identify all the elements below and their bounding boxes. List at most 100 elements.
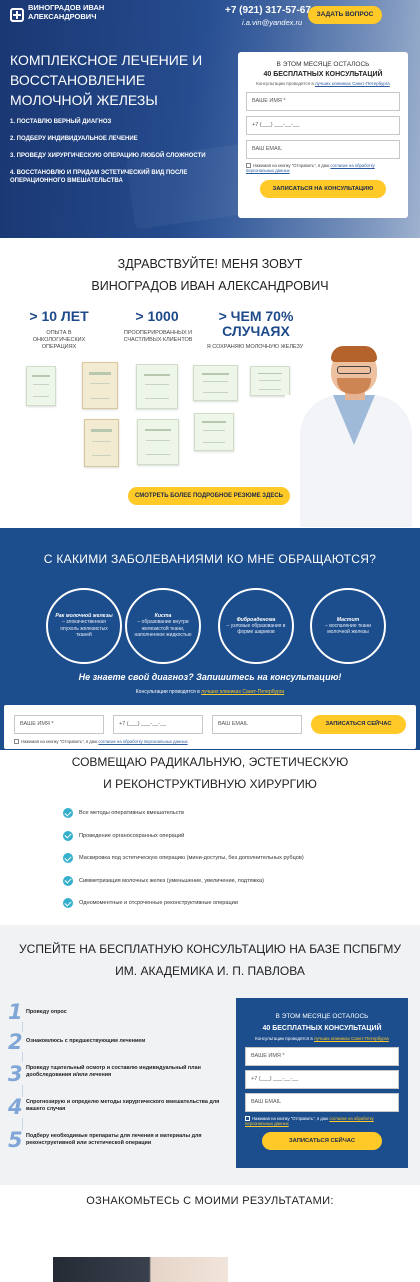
certificate-image[interactable] (250, 366, 290, 396)
step-text: Ознакомлюсь с предшествующим лечением (26, 1038, 146, 1044)
check-icon (63, 830, 73, 841)
surgery-list-item: Симметризация молочных желез (уменьшение… (63, 875, 393, 899)
step-text: Подберу необходимые препараты для лечени… (26, 1133, 202, 1146)
intro-heading-line: ЗДРАВСТВУЙТЕ! МЕНЯ ЗОВУТ (117, 257, 303, 271)
surgery-list-item: Маскировка под эстетическую операцию (ми… (63, 853, 393, 876)
clinics-link[interactable]: лучших клиниках Санкт-Петербурга (314, 1036, 389, 1041)
certificate-image[interactable] (193, 365, 238, 401)
disease-description: – злокачественная опухоль железистых тка… (60, 619, 108, 639)
hero-benefit-item: 2. ПОДБЕРУ ИНДИВИДУАЛЬНОЕ ЛЕЧЕНИЕ (10, 136, 138, 142)
disease-description: – узловые образования в форме шариков (226, 622, 286, 636)
check-icon (63, 898, 73, 908)
phone-input[interactable]: +7 (___) ___-__-__ (246, 116, 400, 135)
form-top-text: В ЭТОМ МЕСЯЦЕ ОСТАЛОСЬ (275, 1013, 369, 1020)
disease-circle-mastitis: Мастит – воспаление ткани молочной желез… (310, 588, 386, 664)
step-number: 5 (8, 1128, 23, 1152)
results-photo[interactable] (53, 1257, 228, 1282)
hero-benefit-item: 3. ПРОВЕДУ ХИРУРГИЧЕСКУЮ ОПЕРАЦИЮ ЛЮБОЙ … (10, 153, 206, 159)
consent-checkbox[interactable]: Нажимая на кнопку "Отправить", я даю сог… (245, 1116, 399, 1126)
consent-text: Нажимая на кнопку "Отправить", я даю (21, 739, 98, 744)
email-link[interactable]: i.a.vin@yandex.ru (242, 18, 302, 27)
stat-label: ОПЫТА В ОНКОЛОГИЧЕСКИХ ОПЕРАЦИЯХ (32, 330, 86, 350)
submit-consultation-button[interactable]: ЗАПИСАТЬСЯ НА КОНСУЛЬТАЦИЮ (260, 180, 386, 199)
form-note: Консультации проводятся в лучших клиника… (245, 1036, 399, 1041)
stat-value: > 1000 (135, 308, 179, 324)
surgery-list-item: Одномоментные и отсроченные реконструкти… (63, 898, 393, 921)
consent-text: Нажимая на кнопку "Отправить", я даю (252, 1116, 329, 1121)
submit-now-button[interactable]: ЗАПИСАТЬСЯ СЕЙЧАС (262, 1132, 382, 1151)
step-text: Проведу тщательный осмотр и составлю инд… (26, 1065, 201, 1078)
medical-cross-icon (10, 8, 24, 22)
disease-description: – воспаление ткани молочной железы (325, 622, 371, 636)
certificate-image[interactable] (194, 413, 234, 451)
consent-link[interactable]: согласие на обработку персональных данны… (98, 739, 187, 744)
hero-benefits-list: 1. ПОСТАВЛЮ ВЕРНЫЙ ДИАГНОЗ 2. ПОДБЕРУ ИН… (10, 118, 235, 194)
doctor-glasses (337, 366, 371, 374)
stat-value: > ЧЕМ 70% СЛУЧАЯХ (218, 308, 294, 339)
diseases-heading: С КАКИМИ ЗАБОЛЕВАНИЯМИ КО МНЕ ОБРАЩАЮТСЯ… (43, 552, 377, 566)
surgery-heading-line: СОВМЕЩАЮ РАДИКАЛЬНУЮ, ЭСТЕТИЧЕСКУЮ (71, 755, 349, 769)
check-icon (63, 875, 73, 886)
clinics-link[interactable]: лучших клиниках Санкт-Петербурга (201, 689, 284, 695)
surgery-item-text: Одномоментные и отсроченные реконструкти… (79, 900, 238, 906)
phone-link[interactable]: +7 (921) 317-57-67 (225, 5, 311, 16)
surgery-item-text: Все методы оперативных вмешательств (79, 810, 185, 816)
consent-checkbox[interactable]: Нажимая на кнопку "Отправить", я даю сог… (246, 163, 400, 173)
stat-value: > 10 ЛЕТ (29, 308, 89, 324)
diseases-note: Консультации проводятся в лучших клиника… (0, 689, 420, 695)
disease-circle-cyst: Киста – образование внутри железистой тк… (125, 588, 201, 664)
certificate-image[interactable] (84, 419, 119, 467)
email-input[interactable]: ВАШ EMAIL (212, 715, 302, 734)
step-number: 1 (8, 1000, 23, 1024)
certificate-image[interactable] (26, 366, 56, 406)
form-headline: 40 БЕСПЛАТНЫХ КОНСУЛЬТАЦИЙ (262, 1025, 382, 1032)
certificate-image[interactable] (136, 364, 178, 409)
check-icon (63, 808, 73, 818)
certificate-image[interactable] (82, 362, 118, 409)
form-note: Консультации проводятся в лучших клиника… (246, 81, 400, 86)
form-headline: 40 БЕСПЛАТНЫХ КОНСУЛЬТАЦИЙ (263, 71, 383, 78)
name-input[interactable]: ВАШЕ ИМЯ * (245, 1047, 399, 1066)
logo-name[interactable]: ВИНОГРАДОВ ИВАН АЛЕКСАНДРОВИЧ (28, 3, 118, 21)
stat-label: Я СОХРАНЯЮ МОЛОЧНУЮ ЖЕЛЕЗУ (206, 344, 304, 350)
form-note-text: Консультации проводятся в (255, 1036, 313, 1041)
phone-input[interactable]: +7 (___) ___-__-__ (113, 715, 203, 734)
intro-heading: ЗДРАВСТВУЙТЕ! МЕНЯ ЗОВУТ ВИНОГРАДОВ ИВАН… (0, 253, 420, 297)
consultation-heading: УСПЕЙТЕ НА БЕСПЛАТНУЮ КОНСУЛЬТАЦИЮ НА БА… (0, 938, 420, 982)
hero-consultation-form: В ЭТОМ МЕСЯЦЕ ОСТАЛОСЬ 40 БЕСПЛАТНЫХ КОН… (238, 52, 408, 218)
consultation-form: В ЭТОМ МЕСЯЦЕ ОСТАЛОСЬ 40 БЕСПЛАТНЫХ КОН… (236, 998, 408, 1168)
results-heading: ОЗНАКОМЬТЕСЬ С МОИМИ РЕЗУЛЬТАТАМИ: (86, 1195, 334, 1207)
step-number: 2 (8, 1030, 23, 1054)
view-resume-button[interactable]: СМОТРЕТЬ БОЛЕЕ ПОДРОБНОЕ РЕЗЮМЕ ЗДЕСЬ (128, 487, 290, 505)
email-input[interactable]: ВАШ EMAIL (245, 1093, 399, 1112)
hero-benefit-item: 1. ПОСТАВЛЮ ВЕРНЫЙ ДИАГНОЗ (10, 119, 112, 125)
consultation-heading-line: УСПЕЙТЕ НА БЕСПЛАТНУЮ КОНСУЛЬТАЦИЮ НА БА… (19, 942, 401, 956)
disease-circle-cancer: Рак молочной железы – злокачественная оп… (46, 588, 122, 664)
surgery-item-text: Проведение органосохранных операций (79, 832, 185, 839)
form-top-text: В ЭТОМ МЕСЯЦЕ ОСТАЛОСЬ (276, 61, 370, 68)
consent-checkbox[interactable]: Нажимая на кнопку "Отправить", я даю сог… (14, 739, 274, 745)
consent-text: Нажимая на кнопку "Отправить", я даю (253, 163, 330, 168)
hero-benefit-item: 4. ВОССТАНОВЛЮ И ПРИДАМ ЭСТЕТИЧЕСКИЙ ВИД… (10, 170, 188, 184)
clinics-link[interactable]: лучших клиниках Санкт-Петербурга (315, 81, 390, 86)
check-icon (63, 853, 73, 863)
name-input[interactable]: ВАШЕ ИМЯ * (246, 92, 400, 111)
surgery-list-item: Проведение органосохранных операций (63, 830, 393, 854)
phone-input[interactable]: +7 (___) ___-__-__ (245, 1070, 399, 1089)
surgery-heading-line: И РЕКОНСТРУКТИВНУЮ ХИРУРГИЮ (103, 777, 317, 791)
certificate-image[interactable] (137, 419, 179, 465)
submit-now-button[interactable]: ЗАПИСАТЬСЯ СЕЙЧАС (311, 715, 406, 734)
surgery-list-item: Все методы оперативных вмешательств (63, 808, 393, 831)
form-note-text: Консультации проводятся в (256, 81, 314, 86)
ask-question-button[interactable]: ЗАДАТЬ ВОПРОС (308, 6, 382, 24)
step-text: Спрогнозирую и определю методы хирургиче… (26, 1099, 220, 1112)
step-number: 4 (8, 1095, 23, 1119)
step-text: Проведу опрос (26, 1009, 67, 1015)
surgery-item-text: Симметризация молочных желез (уменьшение… (79, 877, 264, 884)
email-input[interactable]: ВАШ EMAIL (246, 140, 400, 159)
disease-circle-fibroadenoma: Фиброаденома – узловые образования в фор… (218, 588, 294, 664)
checkbox-icon[interactable] (14, 739, 19, 745)
hero-title: КОМПЛЕКСНОЕ ЛЕЧЕНИЕ И ВОССТАНОВЛЕНИЕ МОЛ… (10, 52, 203, 108)
surgery-item-text: Маскировка под эстетическую операцию (ми… (79, 855, 304, 861)
name-input[interactable]: ВАШЕ ИМЯ * (14, 715, 104, 734)
